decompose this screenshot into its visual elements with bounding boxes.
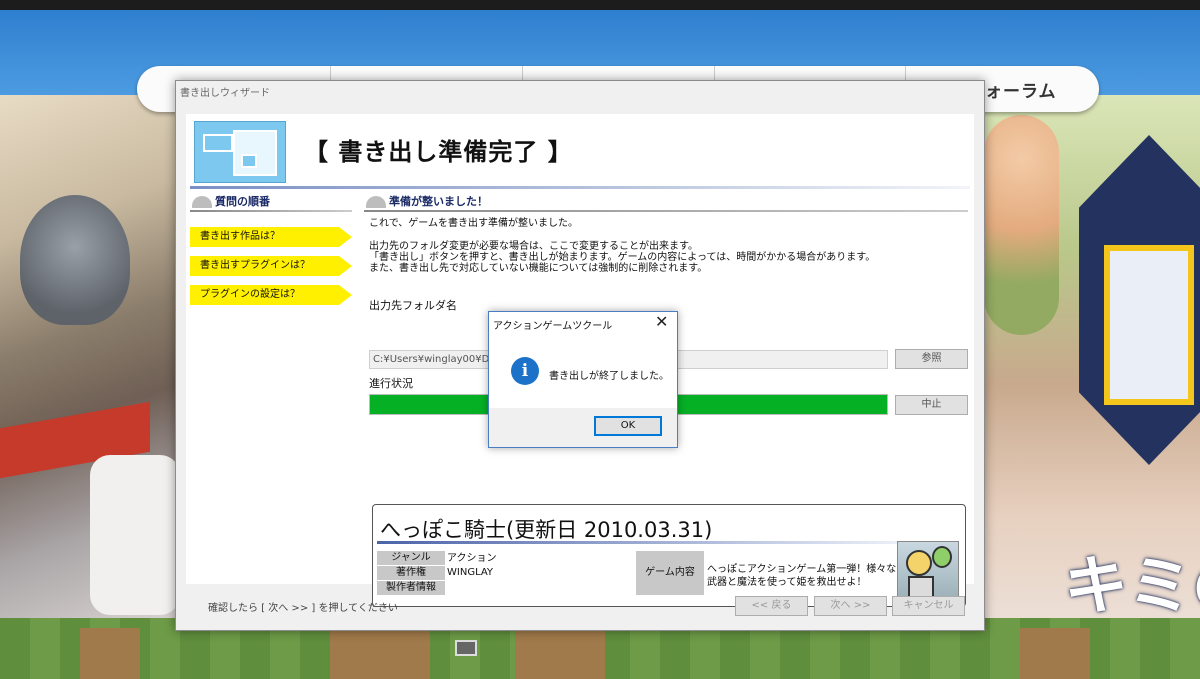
message-line-3: 「書き出し」ボタンを押すと、書き出しが始まります。ゲームの内容によっては、時間が… [369,252,876,263]
emblem-inner [1104,245,1194,405]
ground-house [455,640,477,656]
window-title: 書き出しウィザード [180,88,270,99]
game-title-divider [377,541,961,544]
back-button[interactable]: << 戻る [735,596,808,616]
top-strip [0,0,1200,10]
footer-hint: 確認したら [ 次へ >> ] を押してください [208,603,398,614]
content-value-line-1: へっぽこアクションゲーム第一弾！様々な [707,564,897,575]
background-knight-art [0,95,180,620]
game-thumbnail [897,541,959,601]
dirt-tile [330,628,430,679]
dialog-message: 書き出しが終了しました。 [549,371,669,382]
dirt-tile [515,628,605,679]
step-item-plugin-settings: プラグインの設定は？ [190,285,352,305]
copyright-value: WINGLAY [447,567,494,578]
close-icon[interactable]: ✕ [655,314,668,330]
dialog-footer: OK [489,408,677,447]
abort-button[interactable]: 中止 [895,395,968,415]
genre-value: アクション [447,553,497,564]
bullet-icon [366,196,386,208]
content-value-line-2: 武器と魔法を使って姫を救出せよ！ [707,577,867,588]
step-item-work: 書き出す作品は？ [190,227,352,247]
message-line-4: また、書き出し先で対応していない機能については強制的に削除されます。 [369,263,708,274]
browse-button[interactable]: 参照 [895,349,968,369]
export-icon [194,121,286,183]
completion-dialog: アクションゲームツクール ✕ i 書き出しが終了しました。 OK [488,311,678,448]
game-title: へっぽこ騎士(更新日 2010.03.31) [380,518,713,542]
steps-heading: 質問の順番 [190,194,352,212]
cancel-button[interactable]: キャンセル [892,596,965,616]
page-title: 【 書き出し準備完了 】 [304,138,573,166]
bullet-icon [192,196,212,208]
progress-label: 進行状況 [369,377,413,390]
dialog-title: アクションゲームツクール [493,321,613,332]
game-info-card: へっぽこ騎士(更新日 2010.03.31) ジャンル アクション 著作権 WI… [372,504,966,607]
output-folder-label: 出力先フォルダ名 [369,299,457,312]
next-button[interactable]: 次へ >> [814,596,887,616]
dirt-tile [1020,628,1090,679]
ok-button[interactable]: OK [594,416,662,436]
header-divider [190,186,970,189]
copyright-key: 著作権 [377,566,445,580]
site-nav-forum-link[interactable]: ォーラム [985,77,1057,102]
fairy-character [984,115,1059,335]
background-kana-text: キミの [1064,549,1200,624]
status-heading: 準備が整いました！ [364,194,968,212]
knight-helmet [20,195,130,325]
character-cloth [90,455,180,615]
content-key: ゲーム内容 [636,551,704,595]
background-emblem-art: キミの [984,95,1200,624]
author-info-key: 製作者情報 [377,581,445,595]
dirt-tile [80,628,140,679]
step-item-plugin: 書き出すプラグインは？ [190,256,352,276]
message-line-1: これで、ゲームを書き出す準備が整いました。 [369,218,578,229]
genre-key: ジャンル [377,551,445,565]
step-list: 書き出す作品は？ 書き出すプラグインは？ プラグインの設定は？ [190,227,352,314]
info-icon: i [511,357,539,385]
message-line-2: 出力先のフォルダ変更が必要な場合は、ここで変更することが出来ます。 [369,241,698,252]
